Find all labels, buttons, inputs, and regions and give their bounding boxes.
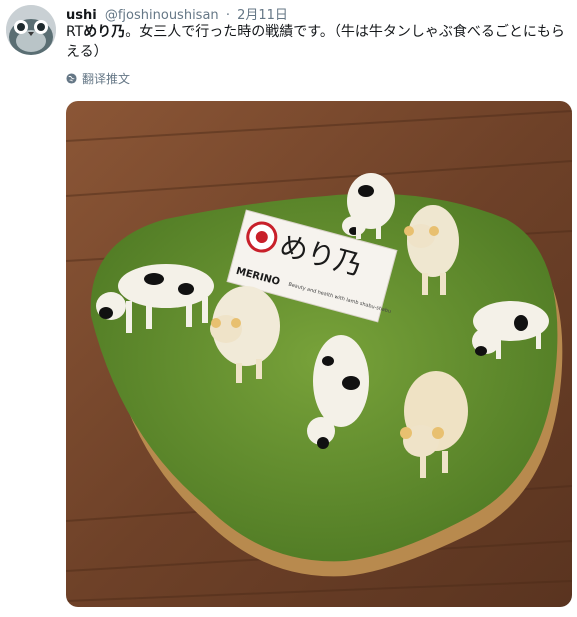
tweet-card: ushi @fjoshinoushisan · 2月11日 RTめり乃。女三人で… [0,0,577,617]
tweet-body: 。女三人で行った時の戦績です。（牛は牛タンしゃぶ食べるごとにもらえる） [66,24,565,60]
tweet-prefix: RT [66,24,84,40]
user-avatar[interactable] [6,5,56,55]
translate-label: 翻译推文 [82,72,131,86]
separator-dot: · [225,8,230,23]
bird-avatar-icon [6,5,56,55]
translate-tweet-link[interactable]: 翻译推文 [66,70,130,87]
display-name[interactable]: ushi [66,8,97,23]
tweet-date[interactable]: 2月11日 [237,8,288,23]
globe-icon [66,73,77,84]
tweet-text: RTめり乃。女三人で行った時の戦績です。（牛は牛タンしゃぶ食べるごとにもらえる） [66,22,571,62]
tweet-photo[interactable]: めり乃 MERINO Beauty and health with lamb s… [66,101,572,607]
tweet-bold-name: めり乃 [83,24,126,40]
tweet-header: ushi @fjoshinoushisan · 2月11日 [66,4,288,23]
photo-illustration: めり乃 MERINO Beauty and health with lamb s… [66,101,572,607]
user-handle[interactable]: @fjoshinoushisan [105,8,219,23]
